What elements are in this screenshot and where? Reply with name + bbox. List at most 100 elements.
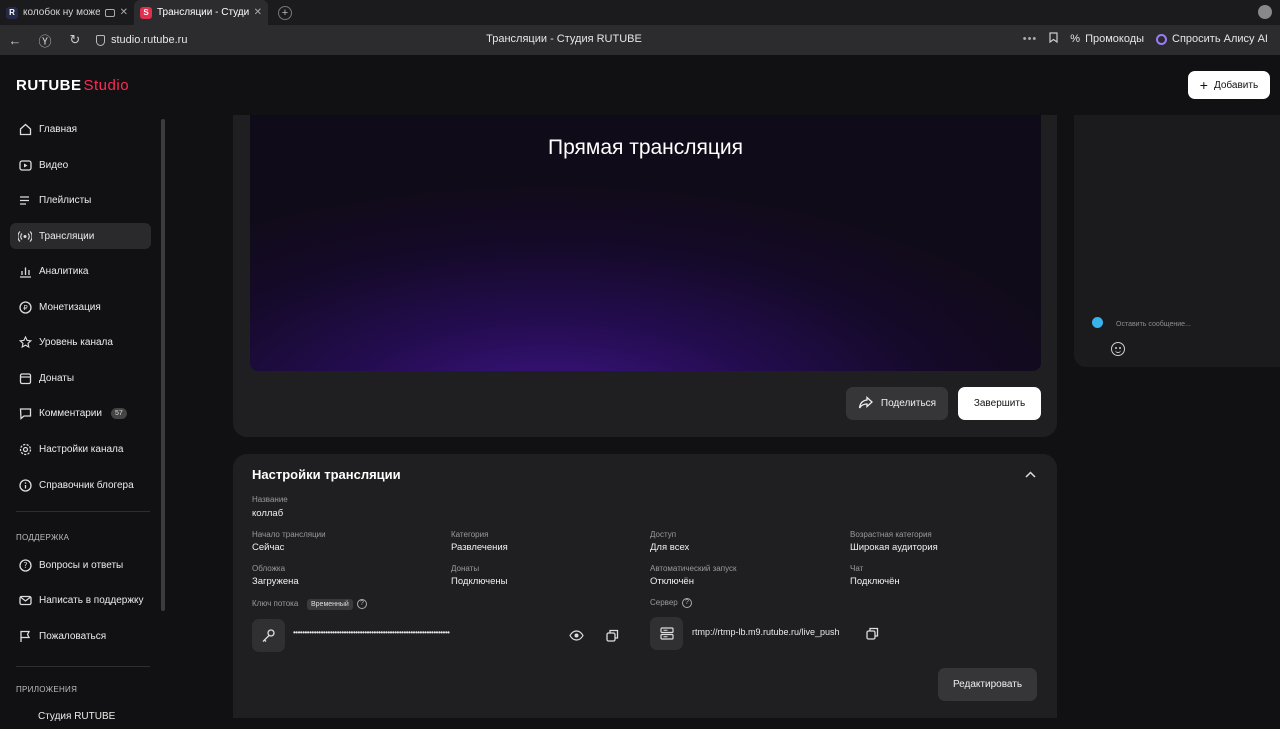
field-label: Категория [451,530,489,539]
server-label: Сервер [650,598,678,607]
sidebar-item-playlists[interactable]: Плейлисты [10,187,151,213]
url-text: studio.rutube.ru [111,34,188,46]
logo-main: RUTUBE [16,77,82,94]
sidebar-item-channel-level[interactable]: Уровень канала [10,329,151,355]
chat-panel: Оставить сообщение... [1074,115,1280,367]
promo-button[interactable]: % Промокоды [1070,33,1144,45]
field-value: Для всех [650,542,690,553]
alice-icon [1156,33,1168,45]
sidebar-item-label: Вопросы и ответы [39,559,124,571]
sidebar-item-video[interactable]: Видео [10,152,151,178]
home-icon [18,122,32,136]
sidebar-item-label: Донаты [39,372,75,384]
sidebar-divider [16,666,150,667]
star-icon [18,335,32,349]
emoji-icon[interactable] [1111,342,1125,356]
field-label: Возрастная категория [850,530,932,539]
sidebar: Главная Видео Плейлисты Трансляции Анали… [0,115,166,722]
close-tab-icon[interactable]: ✕ [254,7,262,18]
info-icon [18,478,32,492]
copy-icon[interactable] [604,627,620,643]
sidebar-scrollbar[interactable] [161,119,165,611]
temporary-tag: Временный [307,599,353,610]
field-value: Подключены [451,576,508,587]
field-label: Начало трансляции [252,530,326,539]
sidebar-item-faq[interactable]: ? Вопросы и ответы [10,552,151,578]
apps-section-title: ПРИЛОЖЕНИЯ [16,685,78,694]
bookmark-icon[interactable] [1049,32,1058,46]
eye-icon[interactable] [568,627,584,643]
end-stream-button[interactable]: Завершить [958,387,1041,420]
help-icon[interactable]: ? [357,599,367,609]
live-stream-title: Прямая трансляция [547,136,744,159]
settings-title: Настройки трансляции [252,467,401,482]
sidebar-item-monetization[interactable]: ₽ Монетизация [10,294,151,320]
sidebar-item-blogger-guide[interactable]: Справочник блогера [10,472,151,498]
server-url: rtmp://rtmp-lb.m9.rutube.ru/live_push [692,627,840,637]
server-icon [650,617,683,650]
flag-icon [18,629,32,643]
tab-title: колобок ну можете [23,7,100,18]
field-value: Загружена [252,576,299,587]
edit-button[interactable]: Редактировать [938,668,1037,701]
share-button[interactable]: Поделиться [846,387,948,420]
rutube-studio-logo[interactable]: RUTUBE Studio [16,77,129,94]
new-tab-button[interactable]: + [278,5,292,20]
close-tab-icon[interactable]: ✕ [120,7,128,18]
sidebar-item-label: Комментарии [39,407,102,419]
sidebar-item-label: Настройки канала [39,443,124,455]
url-field[interactable]: studio.rutube.ru [96,34,187,46]
copy-icon[interactable] [864,625,880,641]
chat-message-input[interactable]: Оставить сообщение... [1116,321,1191,328]
field-value: Широкая аудитория [850,542,938,553]
field-label: Обложка [252,564,286,573]
address-bar: ← Ⓨ ↻ studio.rutube.ru Трансляции - Студ… [0,25,1280,55]
alice-button[interactable]: Спросить Алису AI [1156,33,1268,45]
shield-icon [96,34,105,46]
sidebar-item-donations[interactable]: Донаты [10,365,151,391]
tab-favicon: R [6,6,18,19]
sidebar-item-label: Видео [39,159,69,171]
yandex-icon[interactable]: Ⓨ [30,31,60,50]
sidebar-item-analytics[interactable]: Аналитика [10,258,151,284]
back-icon[interactable]: ← [0,33,30,48]
browser-tab-active[interactable]: S Трансляции - Студия R ✕ [134,0,268,25]
field-value: Отключён [650,576,694,587]
reload-icon[interactable]: ↻ [60,32,90,48]
sidebar-item-studio-app[interactable]: Студия RUTUBE [10,703,151,729]
video-preview[interactable]: Прямая трансляция [250,115,1041,371]
sidebar-item-label: Пожаловаться [39,630,107,642]
field-label: Чат [850,564,864,573]
sidebar-item-label: Написать в поддержку [39,594,144,606]
promo-label: Промокоды [1085,33,1145,45]
share-label: Поделиться [880,398,937,409]
add-button[interactable]: + Добавить [1188,71,1270,99]
sidebar-item-label: Уровень канала [39,336,113,348]
sidebar-item-comments[interactable]: Комментарии 57 [10,400,151,426]
field-value: Сейчас [252,542,285,553]
tab-favicon: S [140,6,152,19]
stream-key-label: Ключ потока [252,599,299,608]
sidebar-item-home[interactable]: Главная [10,116,151,142]
browser-tab[interactable]: R колобок ну можете ✕ [0,0,134,25]
broadcast-icon [18,229,32,243]
sidebar-item-channel-settings[interactable]: Настройки канала [10,436,151,462]
profile-avatar[interactable] [1258,5,1272,19]
chevron-up-icon[interactable] [1023,467,1037,481]
sidebar-item-label: Плейлисты [39,194,92,206]
sidebar-item-label: Монетизация [39,301,101,313]
sidebar-item-label: Трансляции [39,230,95,242]
svg-text:₽: ₽ [23,304,28,312]
sidebar-item-report[interactable]: Пожаловаться [10,623,151,649]
comments-icon [18,406,32,420]
playlist-icon [18,193,32,207]
help-icon[interactable]: ? [682,598,692,608]
field-label: Донаты [451,564,480,573]
sidebar-item-broadcasts[interactable]: Трансляции [10,223,151,249]
field-value: Подключён [850,576,900,587]
more-icon[interactable]: ••• [1023,33,1038,45]
field-value: Развлечения [451,542,508,553]
mute-icon[interactable] [104,8,115,17]
alice-label: Спросить Алису AI [1172,33,1268,45]
sidebar-item-contact-support[interactable]: Написать в поддержку [10,587,151,613]
